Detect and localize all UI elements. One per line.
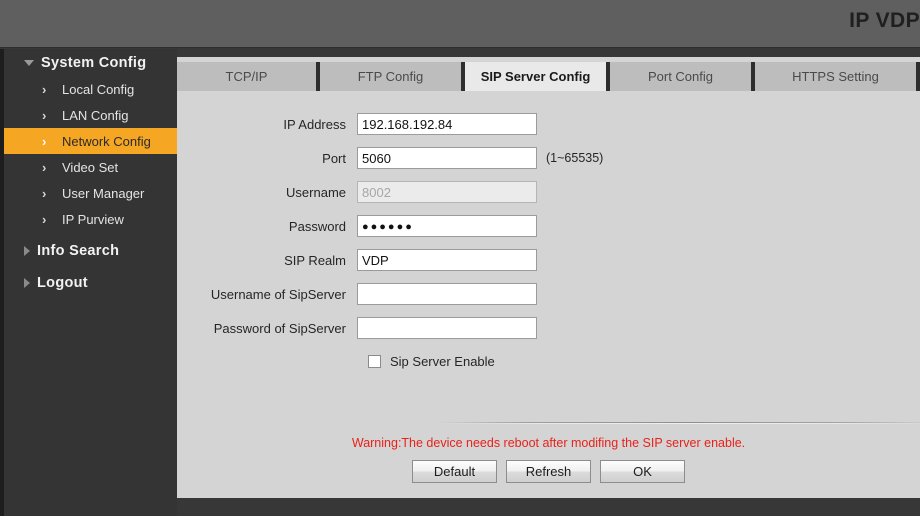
sidebar-group-label: System Config (41, 54, 147, 71)
field-row-username-of-sipserver: Username of SipServer (177, 277, 920, 311)
sidebar: System Config › Local Config › LAN Confi… (0, 49, 177, 516)
sidebar-item-label: Video Set (62, 159, 119, 175)
app-header: IP VDP (0, 0, 920, 48)
tab-panel-sip-server-config: IP Address Port (1~65535) Username Passw… (177, 91, 920, 498)
sidebar-item-label: Local Config (62, 81, 135, 97)
sidebar-group-info-search[interactable]: Info Search (4, 237, 177, 264)
password-mask: ●●●●●● (362, 221, 414, 233)
username-of-sipserver-input[interactable] (357, 283, 537, 305)
password-of-sipserver-label: Password of SipServer (213, 320, 346, 336)
chevron-right-icon: › (42, 211, 47, 227)
chevron-right-icon: › (42, 159, 47, 175)
page-title: IP VDP (849, 9, 920, 32)
tab-bar: TCP/IP FTP Config SIP Server Config Port… (177, 62, 920, 91)
sidebar-item-ip-purview[interactable]: › IP Purview (4, 206, 177, 232)
password-of-sipserver-input[interactable] (357, 317, 537, 339)
ip-address-input[interactable] (357, 113, 537, 135)
sidebar-group-label: Logout (37, 274, 88, 291)
form-actions: Default Refresh OK (177, 460, 920, 483)
sidebar-item-label: IP Purview (62, 211, 124, 227)
sidebar-item-video-set[interactable]: › Video Set (4, 154, 177, 180)
sidebar-group-label: Info Search (37, 242, 120, 259)
tab-tcp-ip[interactable]: TCP/IP (177, 62, 320, 91)
reboot-warning-text: Warning:The device needs reboot after mo… (351, 436, 746, 450)
chevron-right-icon: › (42, 133, 47, 149)
port-input[interactable] (357, 147, 537, 169)
tab-port-config[interactable]: Port Config (610, 62, 755, 91)
username-of-sipserver-label: Username of SipServer (210, 286, 346, 302)
port-range-hint: (1~65535) (546, 151, 604, 165)
field-row-ip-address: IP Address (177, 107, 920, 141)
tab-https-setting[interactable]: HTTPS Setting (755, 62, 916, 91)
port-label: Port (322, 150, 346, 166)
sidebar-item-label: LAN Config (62, 107, 129, 123)
chevron-right-icon: › (42, 81, 47, 97)
sip-realm-input[interactable] (357, 249, 537, 271)
password-input[interactable]: ●●●●●● (357, 215, 537, 237)
username-input (357, 181, 537, 203)
content-panel: TCP/IP FTP Config SIP Server Config Port… (177, 57, 920, 498)
sidebar-item-label: Network Config (62, 133, 151, 149)
refresh-button[interactable]: Refresh (506, 460, 591, 483)
sidebar-item-network-config[interactable]: › Network Config (4, 128, 177, 154)
tab-ftp-config[interactable]: FTP Config (320, 62, 465, 91)
field-row-password-of-sipserver: Password of SipServer (177, 311, 920, 345)
chevron-right-icon (24, 277, 30, 288)
default-button[interactable]: Default (412, 460, 497, 483)
sidebar-group-logout[interactable]: Logout (4, 269, 177, 296)
sidebar-group-system-config[interactable]: System Config (4, 49, 177, 76)
ok-button[interactable]: OK (600, 460, 685, 483)
sip-server-enable-checkbox[interactable] (368, 354, 381, 368)
sidebar-item-local-config[interactable]: › Local Config (4, 76, 177, 102)
field-row-sip-realm: SIP Realm (177, 243, 920, 277)
password-label: Password (288, 218, 346, 234)
tab-sip-server-config[interactable]: SIP Server Config (465, 62, 610, 91)
sidebar-item-user-manager[interactable]: › User Manager (4, 180, 177, 206)
chevron-right-icon (24, 245, 30, 256)
chevron-right-icon: › (42, 185, 47, 201)
field-row-port: Port (1~65535) (177, 141, 920, 175)
sip-server-form: IP Address Port (1~65535) Username Passw… (177, 107, 920, 377)
sidebar-item-label: User Manager (62, 185, 145, 201)
sip-server-enable-label: Sip Server Enable (390, 353, 495, 369)
sidebar-item-lan-config[interactable]: › LAN Config (4, 102, 177, 128)
app-window: IP VDP System Config › Local Config › LA… (0, 0, 920, 516)
divider-highlight (437, 423, 920, 424)
field-row-username: Username (177, 175, 920, 209)
ip-address-label: IP Address (283, 116, 346, 132)
username-label: Username (286, 184, 346, 200)
sip-server-enable-row: Sip Server Enable (177, 345, 920, 377)
sip-realm-label: SIP Realm (284, 252, 346, 268)
chevron-down-icon (24, 59, 34, 66)
field-row-password: Password ●●●●●● (177, 209, 920, 243)
chevron-right-icon: › (42, 107, 47, 123)
